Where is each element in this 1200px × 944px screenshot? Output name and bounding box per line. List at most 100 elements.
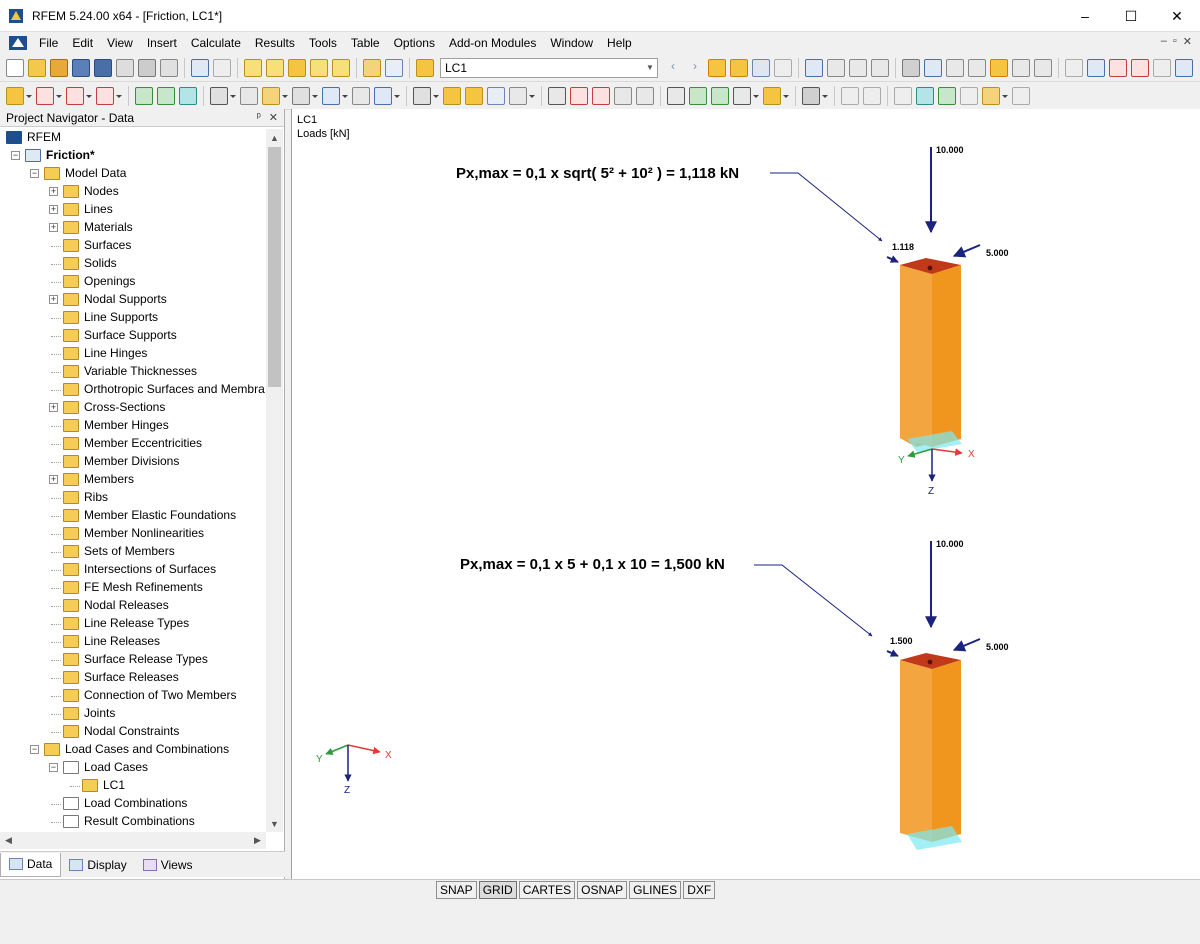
new-support-icon[interactable]: [210, 86, 228, 105]
snap-toggle[interactable]: SNAP: [436, 881, 477, 899]
tree-item[interactable]: Result Combinations: [0, 813, 266, 831]
line-load-icon[interactable]: [465, 86, 483, 105]
clip-icon[interactable]: [1153, 58, 1171, 77]
tree-item[interactable]: + Nodal Supports: [0, 291, 266, 309]
view-xz-icon[interactable]: [1034, 58, 1052, 77]
comment-icon[interactable]: [863, 86, 881, 105]
save-all-icon[interactable]: [72, 58, 90, 77]
grid-icon[interactable]: [924, 58, 942, 77]
snow-load-icon[interactable]: [592, 86, 610, 105]
expand-icon[interactable]: +: [49, 205, 58, 214]
free-load-icon[interactable]: [636, 86, 654, 105]
tree-item[interactable]: Line Release Types: [0, 615, 266, 633]
tree-item[interactable]: Line Hinges: [0, 345, 266, 363]
show-values-icon[interactable]: [730, 58, 748, 77]
save-icon[interactable]: [94, 58, 112, 77]
tree-item[interactable]: LC1: [0, 777, 266, 795]
tree-item[interactable]: Member Divisions: [0, 453, 266, 471]
direction-dropdown[interactable]: [753, 87, 759, 105]
glines-toggle[interactable]: GLINES: [629, 881, 682, 899]
delete-icon[interactable]: [1131, 58, 1149, 77]
menu-options[interactable]: Options: [387, 32, 442, 54]
tree-item[interactable]: Ribs: [0, 489, 266, 507]
redo-icon[interactable]: [213, 58, 231, 77]
eye-icon[interactable]: [752, 58, 770, 77]
menu-window[interactable]: Window: [543, 32, 600, 54]
tree-item[interactable]: RFEM: [0, 129, 266, 147]
set-dropdown[interactable]: [394, 87, 400, 105]
load-direction-icon[interactable]: [733, 86, 751, 105]
solid-dropdown[interactable]: [312, 87, 318, 105]
member-results-icon[interactable]: [827, 58, 845, 77]
section-results-icon[interactable]: [871, 58, 889, 77]
menu-file[interactable]: File: [32, 32, 65, 54]
tree-item[interactable]: + Cross-Sections: [0, 399, 266, 417]
menu-tools[interactable]: Tools: [302, 32, 344, 54]
model-scene[interactable]: [292, 109, 1200, 879]
tree-item[interactable]: − Load Cases: [0, 759, 266, 777]
mdi-close-button[interactable]: ✕: [1183, 35, 1192, 48]
tree-item[interactable]: Surfaces: [0, 237, 266, 255]
tree-item[interactable]: Nodal Constraints: [0, 723, 266, 741]
target-icon[interactable]: [288, 58, 306, 77]
print-icon[interactable]: [138, 58, 156, 77]
imperfection-icon[interactable]: [614, 86, 632, 105]
tree-item[interactable]: − Model Data: [0, 165, 266, 183]
mirror-icon[interactable]: [1109, 58, 1127, 77]
visibility-icon[interactable]: [916, 86, 934, 105]
tree-item[interactable]: Member Nonlinearities: [0, 525, 266, 543]
tree-item[interactable]: + Nodes: [0, 183, 266, 201]
menu-results[interactable]: Results: [248, 32, 302, 54]
new-surface-icon[interactable]: [179, 86, 197, 105]
tree-item[interactable]: Member Elastic Foundations: [0, 507, 266, 525]
tree-item[interactable]: Member Eccentricities: [0, 435, 266, 453]
tree-item[interactable]: Sets of Members: [0, 543, 266, 561]
tree-item[interactable]: Nodal Releases: [0, 597, 266, 615]
arc-dropdown[interactable]: [86, 87, 92, 105]
calculate-icon[interactable]: [802, 86, 820, 105]
open-block-icon[interactable]: [50, 58, 68, 77]
scroll-right-icon[interactable]: ▶: [249, 832, 266, 849]
navigator-vertical-scrollbar[interactable]: ▲ ▼: [266, 129, 283, 832]
previous-load-case-icon[interactable]: ‹: [664, 59, 682, 77]
scroll-up-icon[interactable]: ▲: [266, 129, 283, 146]
open-file-icon[interactable]: [28, 58, 46, 77]
new-set-icon[interactable]: [374, 86, 392, 105]
zoom-icon[interactable]: [946, 58, 964, 77]
show-results-icon[interactable]: [708, 58, 726, 77]
grid-toggle[interactable]: GRID: [478, 881, 517, 899]
new-member-icon[interactable]: [135, 86, 153, 105]
new-node-icon[interactable]: [6, 86, 24, 105]
tree-item[interactable]: Load Combinations: [0, 795, 266, 813]
tree-item[interactable]: Joints: [0, 705, 266, 723]
tree-item[interactable]: Solids: [0, 255, 266, 273]
mdi-restore-button[interactable]: ▫: [1173, 35, 1177, 48]
menu-edit[interactable]: Edit: [65, 32, 100, 54]
menu-insert[interactable]: Insert: [140, 32, 184, 54]
new-hinge-icon[interactable]: [240, 86, 258, 105]
new-file-icon[interactable]: [6, 58, 24, 77]
node-dropdown[interactable]: [26, 87, 32, 105]
value-format-icon[interactable]: [774, 58, 792, 77]
tree-item[interactable]: Variable Thicknesses: [0, 363, 266, 381]
tree-item[interactable]: Orthotropic Surfaces and Membra: [0, 381, 266, 399]
guide-line-icon[interactable]: [894, 86, 912, 105]
tree-item[interactable]: + Lines: [0, 201, 266, 219]
scrollbar-thumb[interactable]: [268, 147, 281, 387]
navigator-horizontal-scrollbar[interactable]: ◀ ▶: [0, 832, 266, 849]
zoom-all-icon[interactable]: [968, 58, 986, 77]
scroll-down-icon[interactable]: ▼: [266, 815, 283, 832]
find-icon[interactable]: [266, 58, 284, 77]
wireframe-icon[interactable]: [960, 86, 978, 105]
collapse-icon[interactable]: −: [49, 763, 58, 772]
view-iso-icon[interactable]: [1012, 58, 1030, 77]
new-line-arc-icon[interactable]: [66, 86, 84, 105]
support-icon[interactable]: [1065, 58, 1083, 77]
collapse-icon[interactable]: −: [30, 745, 39, 754]
new-section-icon[interactable]: [322, 86, 340, 105]
menu-view[interactable]: View: [100, 32, 140, 54]
menu-table[interactable]: Table: [344, 32, 387, 54]
tree-item[interactable]: Surface Release Types: [0, 651, 266, 669]
load-wizard-icon[interactable]: [763, 86, 781, 105]
expand-icon[interactable]: +: [49, 403, 58, 412]
